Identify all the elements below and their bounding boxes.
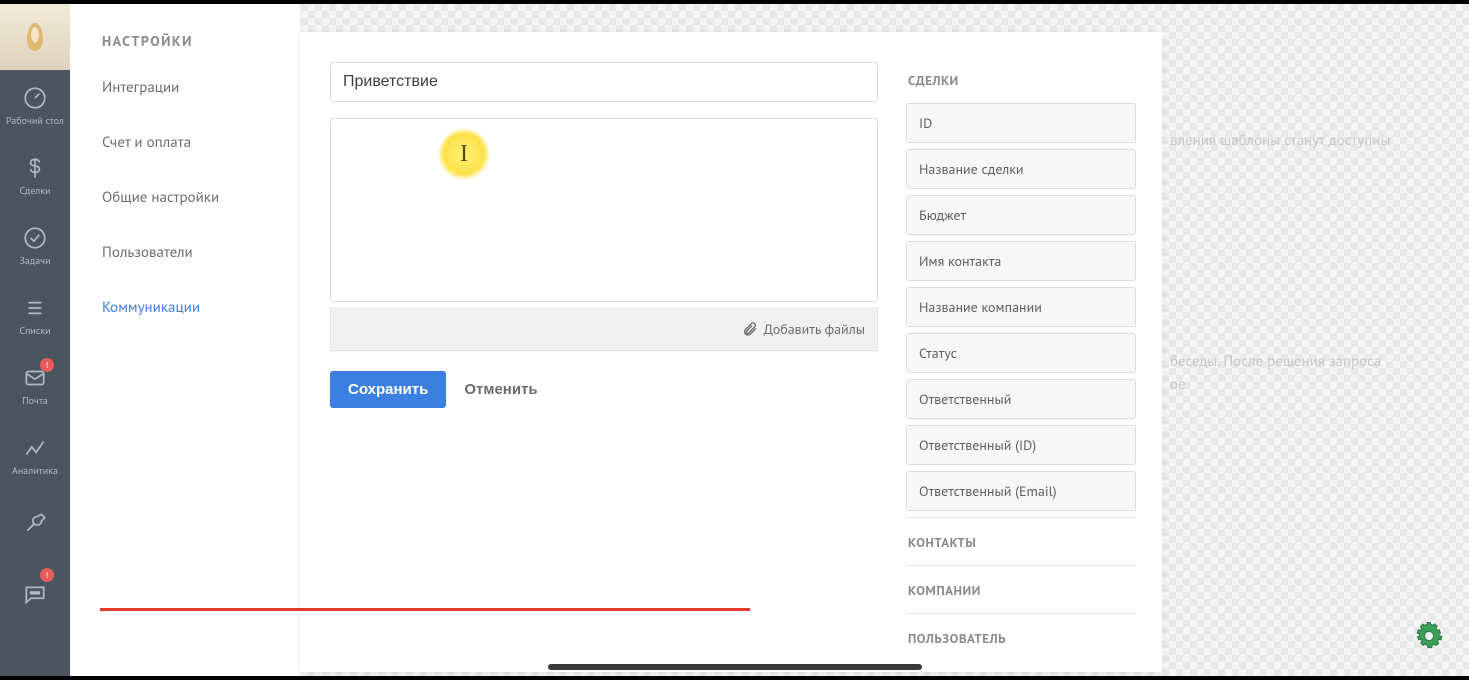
tag-chip[interactable]: Имя контакта — [906, 241, 1136, 281]
rail-item-settings[interactable] — [0, 490, 70, 560]
tag-chip[interactable]: Ответственный (Email) — [906, 471, 1136, 511]
annotation-underline — [100, 608, 750, 611]
tags-heading-user: ПОЛЬЗОВАТЕЛЬ — [906, 613, 1136, 655]
check-icon — [22, 225, 48, 251]
template-editor-panel: Добавить файлы Сохранить Отменить СДЕЛКИ… — [300, 32, 1162, 672]
background-hint-text: беседы. После решения запросаое — [1170, 351, 1430, 396]
rail-label: Сделки — [20, 185, 51, 196]
sidebar-item-general[interactable]: Общие настройки — [70, 170, 300, 225]
wrench-icon — [22, 510, 48, 536]
rail-item-tasks[interactable]: Задачи — [0, 210, 70, 280]
paperclip-icon — [742, 321, 758, 337]
gear-icon — [1415, 622, 1443, 650]
save-button[interactable]: Сохранить — [330, 371, 446, 408]
template-title-input[interactable] — [330, 62, 878, 102]
tags-heading-companies: КОМПАНИИ — [906, 565, 1136, 607]
chart-icon — [22, 435, 48, 461]
settings-sidebar: НАСТРОЙКИ Интеграции Счет и оплата Общие… — [70, 4, 300, 676]
rail-label: Задачи — [19, 255, 50, 266]
badge-icon: ! — [40, 358, 54, 372]
sidebar-item-communications[interactable]: Коммуникации — [70, 280, 300, 335]
attach-label: Добавить файлы — [764, 320, 865, 338]
badge-icon: ! — [40, 568, 54, 582]
rail-item-lists[interactable]: Списки — [0, 280, 70, 350]
sidebar-title: НАСТРОЙКИ — [70, 4, 300, 60]
cancel-button[interactable]: Отменить — [464, 381, 537, 398]
background-hint-text: вления шаблоны станут доступны — [1170, 130, 1410, 153]
main-left-rail: Рабочий стол Сделки Задачи Списки ! Почт… — [0, 4, 70, 676]
chat-icon — [22, 582, 48, 608]
placeholder-tags-column: СДЕЛКИ ID Название сделки Бюджет Имя кон… — [906, 58, 1136, 655]
tag-chip[interactable]: Бюджет — [906, 195, 1136, 235]
tag-chip[interactable]: Ответственный (ID) — [906, 425, 1136, 465]
sidebar-item-integrations[interactable]: Интеграции — [70, 60, 300, 115]
settings-fab[interactable] — [1411, 618, 1447, 654]
rail-item-analytics[interactable]: Аналитика — [0, 420, 70, 490]
dollar-icon — [22, 155, 48, 181]
rail-item-deals[interactable]: Сделки — [0, 140, 70, 210]
avatar[interactable] — [0, 4, 70, 70]
gauge-icon — [22, 85, 48, 111]
tag-chip[interactable]: Название компании — [906, 287, 1136, 327]
list-icon — [22, 295, 48, 321]
sidebar-item-billing[interactable]: Счет и оплата — [70, 115, 300, 170]
horizontal-scroll-indicator[interactable] — [548, 664, 922, 670]
tags-heading-contacts: КОНТАКТЫ — [906, 517, 1136, 559]
tags-heading-deals: СДЕЛКИ — [906, 58, 1136, 97]
rail-item-mail[interactable]: ! Почта — [0, 350, 70, 420]
attach-files-button[interactable]: Добавить файлы — [330, 307, 878, 351]
rail-item-chat[interactable]: ! — [0, 560, 70, 630]
tag-chip[interactable]: Статус — [906, 333, 1136, 373]
tag-chip[interactable]: Ответственный — [906, 379, 1136, 419]
tag-chip[interactable]: Название сделки — [906, 149, 1136, 189]
sidebar-item-users[interactable]: Пользователи — [70, 225, 300, 280]
rail-label: Рабочий стол — [6, 115, 64, 126]
rail-item-desktop[interactable]: Рабочий стол — [0, 70, 70, 140]
template-body-textarea[interactable] — [330, 118, 878, 302]
rail-label: Почта — [22, 395, 48, 406]
tag-chip[interactable]: ID — [906, 103, 1136, 143]
rail-label: Списки — [19, 325, 50, 336]
rail-label: Аналитика — [12, 465, 58, 476]
